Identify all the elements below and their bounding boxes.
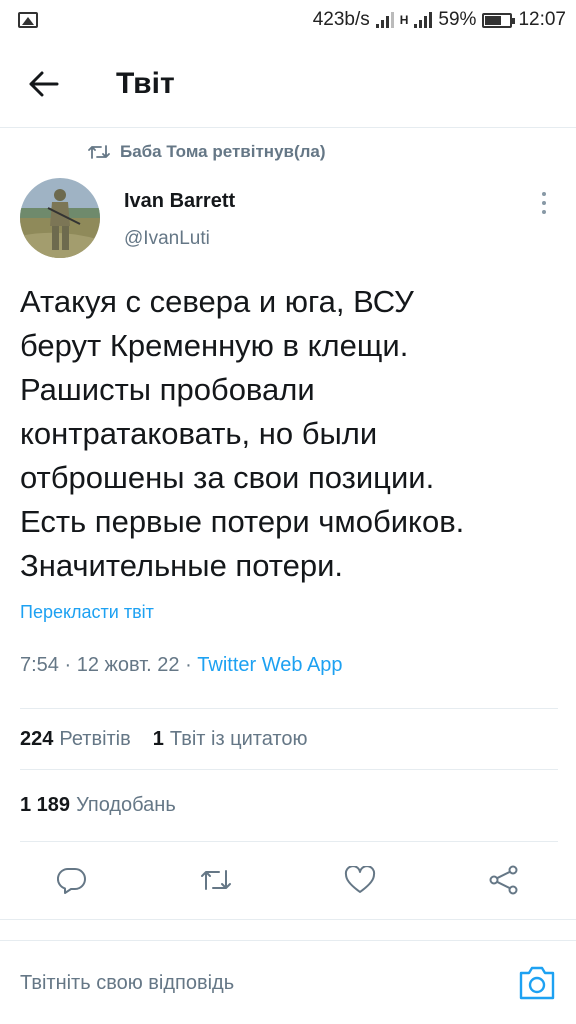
camera-button[interactable]	[518, 965, 556, 1001]
tweet-time: 7:54	[20, 654, 59, 676]
reply-input[interactable]	[20, 959, 500, 1007]
retweet-context[interactable]: Баба Тома ретвітнув(ла)	[88, 142, 326, 162]
retweets-count: 224	[20, 727, 54, 750]
tweet-text: Атакуя с севера и юга, ВСУ берут Кременн…	[20, 284, 465, 583]
retweet-icon	[88, 145, 110, 159]
likes-count: 1 189	[20, 794, 71, 816]
author-handle[interactable]: @IvanLuti	[124, 228, 210, 250]
reply-button[interactable]	[52, 860, 92, 900]
author-name[interactable]: Ivan Barrett	[124, 190, 235, 213]
network-type: H	[399, 13, 409, 27]
avatar-image	[20, 178, 100, 258]
retweets-stat[interactable]: 224 Ретвітів	[20, 728, 131, 751]
tweet-date: 12 жовт. 22	[76, 654, 180, 676]
share-icon	[489, 865, 518, 895]
reply-icon	[57, 867, 86, 894]
quotes-count: 1	[152, 727, 164, 750]
action-bar	[0, 842, 576, 920]
camera-icon	[519, 966, 555, 1000]
likes-stat[interactable]: 1 189 Уподобань	[20, 794, 176, 817]
likes-label: Уподобань	[76, 794, 176, 816]
retweets-label: Ретвітів	[59, 727, 131, 750]
more-options-button[interactable]	[534, 190, 554, 216]
reply-composer	[0, 940, 576, 1024]
quotes-label: Твіт із цитатою	[169, 727, 308, 750]
signal-icon	[414, 12, 433, 28]
wifi-signal-icon	[375, 12, 394, 28]
heart-icon	[344, 866, 376, 893]
app-header: Твіт	[0, 40, 576, 128]
status-time: 12:07	[518, 9, 566, 30]
status-bar: 423b/s H 59% 12:07	[0, 0, 576, 40]
retweet-context-label: Баба Тома ретвітнув(ла)	[120, 142, 326, 161]
retweet-icon	[201, 870, 231, 890]
avatar[interactable]	[20, 178, 100, 258]
likes-row: 1 189 Уподобань	[20, 770, 558, 842]
share-button[interactable]	[484, 860, 524, 900]
network-speed: 423b/s	[312, 9, 370, 30]
translate-link[interactable]: Перекласти твіт	[20, 602, 154, 623]
battery-icon	[482, 12, 516, 28]
image-icon	[18, 12, 38, 28]
back-arrow-icon	[29, 71, 59, 96]
battery-percent: 59%	[438, 9, 477, 30]
quotes-stat[interactable]: 1 Твіт із цитатою	[153, 728, 308, 751]
engagement-row: 224 Ретвітів 1 Твіт із цитатою	[20, 708, 558, 770]
tweet-meta: 7:54 · 12 жовт. 22 · Twitter Web App	[20, 654, 343, 676]
tweet-source[interactable]: Twitter Web App	[197, 654, 342, 676]
back-button[interactable]	[14, 54, 74, 114]
like-button[interactable]	[340, 860, 380, 900]
retweet-button[interactable]	[196, 860, 236, 900]
more-vertical-icon	[542, 192, 546, 196]
page-title: Твіт	[116, 66, 175, 100]
